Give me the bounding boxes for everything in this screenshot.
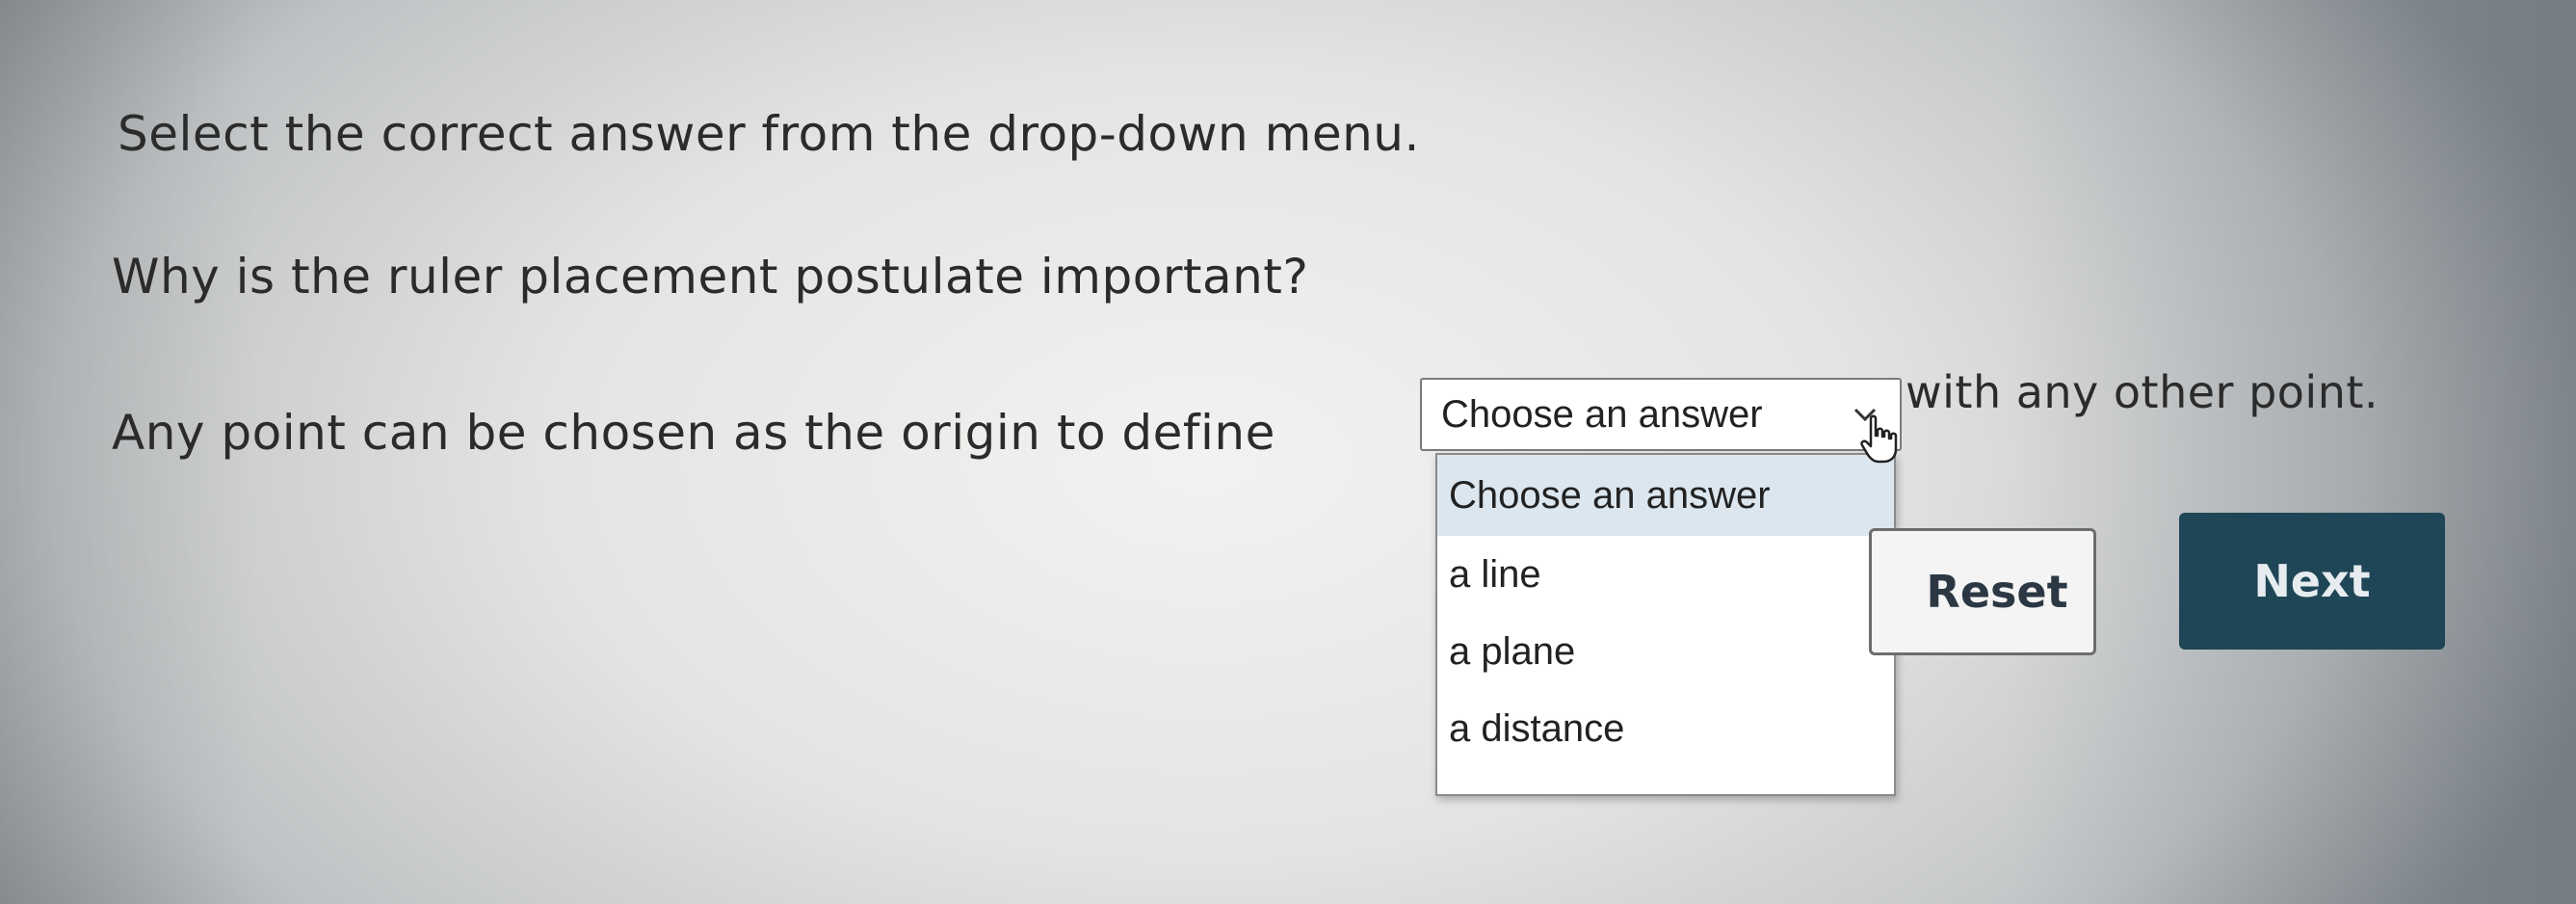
dropdown-options-list: Choose an answer a line a plane a distan… xyxy=(1435,453,1896,796)
dropdown-option[interactable]: Choose an answer xyxy=(1437,455,1894,536)
dropdown-option[interactable]: a plane xyxy=(1437,613,1894,690)
instruction-text: Select the correct answer from the drop-… xyxy=(118,106,1420,162)
reset-button[interactable]: Reset xyxy=(1869,528,2096,655)
answer-dropdown[interactable]: Choose an answer xyxy=(1420,378,1902,451)
dropdown-selected-value: Choose an answer xyxy=(1441,392,1763,436)
dropdown-option[interactable]: a line xyxy=(1437,536,1894,613)
sentence-after-blank: with any other point. xyxy=(1906,366,2379,418)
next-button[interactable]: Next xyxy=(2179,513,2445,650)
question-text: Why is the ruler placement postulate imp… xyxy=(112,249,1309,305)
dropdown-option[interactable]: a distance xyxy=(1437,690,1894,767)
sentence-before-blank: Any point can be chosen as the origin to… xyxy=(112,405,1275,461)
hand-pointer-icon xyxy=(1860,414,1898,464)
